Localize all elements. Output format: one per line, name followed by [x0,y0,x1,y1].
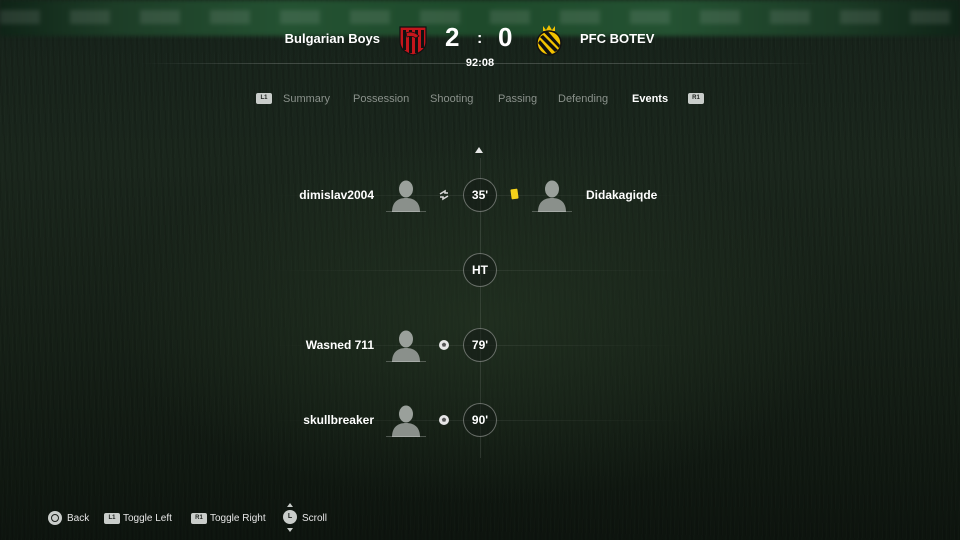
event-home-player: dimislav2004 [299,188,374,202]
r1-button-icon[interactable]: R1 [688,93,704,104]
l1-button-icon[interactable]: L1 [104,513,120,524]
player-silhouette-icon [532,180,572,212]
scroll-action-label[interactable]: Scroll [302,513,327,524]
home-score: 2 [445,22,460,52]
circle-button-icon[interactable] [48,511,62,525]
away-team-name: PFC BOTEV [580,31,655,46]
back-action-label[interactable]: Back [67,513,89,524]
event-minute-badge: 35' [463,178,497,212]
yellow-card-icon [510,188,519,200]
stick-down-arrow-icon [287,528,293,532]
away-score: 0 [498,22,513,52]
event-home-player: skullbreaker [303,413,374,427]
goal-ball-icon [439,340,449,350]
toggle-right-action-label[interactable]: Toggle Right [210,513,266,524]
away-team-crest-icon [536,25,562,56]
score-separator: : [477,30,483,47]
player-silhouette-icon [386,330,426,362]
stick-up-arrow-icon [287,503,293,507]
home-team-crest-icon [399,26,427,56]
toggle-left-action-label[interactable]: Toggle Left [123,513,172,524]
tab-events[interactable]: Events [632,93,668,105]
left-stick-icon[interactable]: L [283,510,297,524]
header-divider [140,63,820,64]
event-minute-badge: 79' [463,328,497,362]
tab-possession[interactable]: Possession [353,93,409,105]
event-home-player: Wasned 711 [305,338,374,352]
event-away-player: Didakagiqde [586,188,658,202]
tab-defending[interactable]: Defending [558,93,608,105]
home-team-name: Bulgarian Boys [284,31,380,46]
scroll-up-arrow-icon[interactable] [475,147,483,153]
tab-summary[interactable]: Summary [283,93,330,105]
event-minute-badge: 90' [463,403,497,437]
r1-button-icon[interactable]: R1 [191,513,207,524]
player-silhouette-icon [386,405,426,437]
tab-shooting[interactable]: Shooting [430,93,473,105]
goal-ball-icon [439,415,449,425]
match-stats-screen: Bulgarian Boys 2 : 0 PFC BOTEV 92:08 L1 … [0,0,960,540]
tab-passing[interactable]: Passing [498,93,537,105]
half-time-marker: HT [463,253,497,287]
substitution-icon [439,189,449,201]
l1-button-icon[interactable]: L1 [256,93,272,104]
player-silhouette-icon [386,180,426,212]
